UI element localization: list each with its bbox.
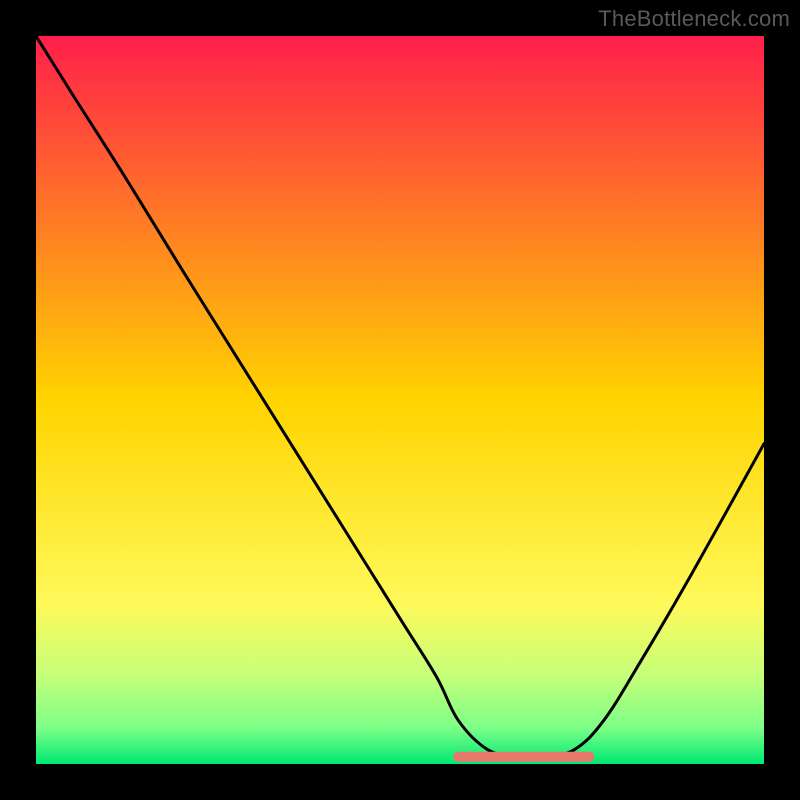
gradient-background — [36, 36, 764, 764]
bottleneck-chart — [36, 36, 764, 764]
plot-area — [36, 36, 764, 764]
attribution-label: TheBottleneck.com — [598, 6, 790, 32]
chart-frame: TheBottleneck.com — [0, 0, 800, 800]
